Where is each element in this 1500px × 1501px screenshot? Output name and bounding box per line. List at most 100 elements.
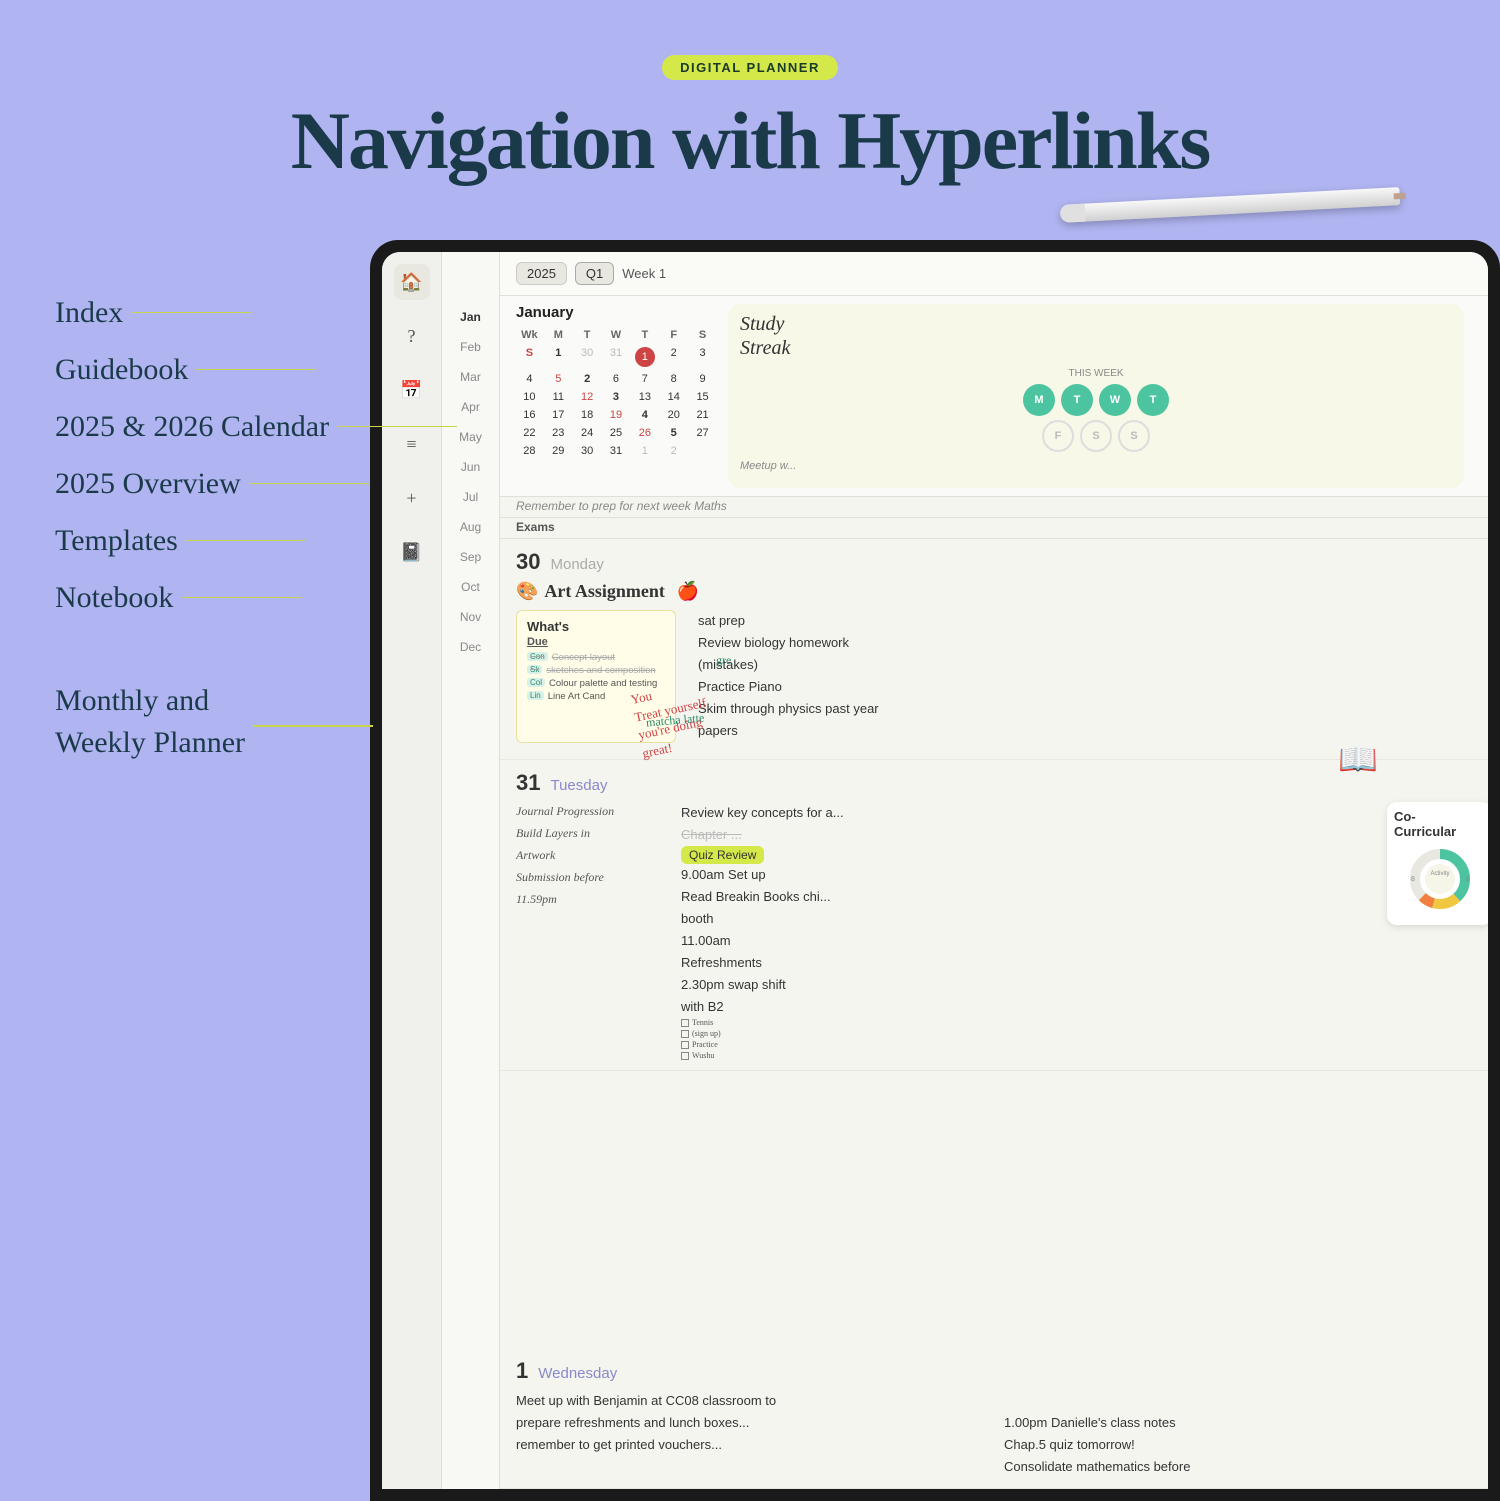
- cal-13[interactable]: 13: [631, 389, 658, 405]
- task-biology: Review biology homework: [698, 632, 879, 654]
- checkbox-signup[interactable]: [681, 1030, 689, 1038]
- cal-8[interactable]: 8: [660, 371, 687, 387]
- nav-templates[interactable]: Templates: [55, 518, 457, 563]
- cal-11[interactable]: 11: [545, 389, 572, 405]
- cal-5[interactable]: 5: [545, 371, 572, 387]
- cal-31[interactable]: 31: [603, 345, 630, 369]
- cal-9[interactable]: 9: [689, 371, 716, 387]
- cal-2[interactable]: 2: [660, 345, 687, 369]
- nav-index[interactable]: Index: [55, 290, 457, 335]
- task-11am: 11.00am: [681, 930, 1472, 952]
- day-entry-31: 31 Tuesday Journal Progression Build Lay…: [500, 760, 1488, 1072]
- cal-h-f: F: [660, 327, 687, 343]
- day-S2: S: [1118, 420, 1150, 452]
- cal-16[interactable]: 16: [516, 407, 543, 423]
- main-title: Navigation with Hyperlinks: [0, 98, 1500, 184]
- nav-quarter[interactable]: Q1: [575, 262, 614, 285]
- cal-1b[interactable]: 1: [631, 443, 658, 459]
- cal-12[interactable]: 12: [574, 389, 601, 405]
- cal-25[interactable]: 25: [603, 425, 630, 441]
- day-header-30: 30 Monday: [516, 549, 1472, 575]
- nav-guidebook[interactable]: Guidebook: [55, 347, 457, 392]
- nav-planner[interactable]: Monthly and Weekly Planner: [55, 680, 457, 764]
- connector-line-guidebook: [196, 369, 316, 371]
- submission-time: 11.59pm: [516, 890, 671, 908]
- connector-line-notebook: [181, 597, 301, 599]
- cal-31b[interactable]: 31: [603, 443, 630, 459]
- day-number-31: 31: [516, 770, 540, 796]
- cal-30b[interactable]: 30: [574, 443, 601, 459]
- task-piano: Practice Piano: [698, 676, 879, 698]
- task-quiz-tomorrow: Chap.5 quiz tomorrow!: [1004, 1434, 1472, 1456]
- day-31-left: Journal Progression Build Layers in Artw…: [516, 802, 671, 1061]
- nav-notebook[interactable]: Notebook: [55, 575, 457, 620]
- day-T2: T: [1137, 384, 1169, 416]
- cal-21[interactable]: 21: [689, 407, 716, 423]
- mini-calendar: January Wk M T W T F S S 1 30: [516, 304, 716, 496]
- checklist-signup: (sign up): [681, 1029, 1472, 1038]
- cal-4[interactable]: 4: [516, 371, 543, 387]
- cal-14[interactable]: 14: [660, 389, 687, 405]
- nav-overview[interactable]: 2025 Overview: [55, 461, 457, 506]
- cal-10[interactable]: 10: [516, 389, 543, 405]
- cal-7[interactable]: 7: [631, 371, 658, 387]
- cal-15[interactable]: 15: [689, 389, 716, 405]
- cal-h-w: W: [603, 327, 630, 343]
- cal-23[interactable]: 23: [545, 425, 572, 441]
- cal-h-s2: S: [516, 345, 543, 369]
- task-setup: 9.00am Set up: [681, 864, 1472, 886]
- cal-22[interactable]: 22: [516, 425, 543, 441]
- cal-29[interactable]: 29: [545, 443, 572, 459]
- whats-due-subtitle: Due: [527, 636, 665, 648]
- day-W: W: [1099, 384, 1131, 416]
- cal-18[interactable]: 18: [574, 407, 601, 423]
- due-label-col: Col: [527, 678, 545, 687]
- co-curricular-checklist: Tennis (sign up) Practice: [681, 1018, 1472, 1060]
- task-physics: Skim through physics past year: [698, 698, 879, 720]
- exams-note: Exams: [500, 518, 1488, 539]
- nav-year[interactable]: 2025: [516, 262, 567, 285]
- cal-wk5: 5: [660, 425, 687, 441]
- due-text-sketches: sketches and composition: [546, 665, 655, 676]
- cal-27[interactable]: 27: [689, 425, 716, 441]
- cal-20[interactable]: 20: [660, 407, 687, 423]
- checkbox-practice[interactable]: [681, 1041, 689, 1049]
- nav-calendar[interactable]: 2025 & 2026 Calendar: [55, 404, 457, 449]
- task-books: Read Breakin Books chi...: [681, 886, 1472, 908]
- cal-3[interactable]: 3: [689, 345, 716, 369]
- cal-2b[interactable]: 2: [660, 443, 687, 459]
- task-sat-prep: sat prep: [698, 610, 879, 632]
- cal-24[interactable]: 24: [574, 425, 601, 441]
- day-circles-row1: M T W T: [740, 384, 1452, 416]
- cal-wk3: 3: [603, 389, 630, 405]
- task-printed-vouchers: remember to get printed vouchers...: [516, 1434, 984, 1456]
- due-item-sketches: Sk sketches and composition: [527, 665, 665, 676]
- cal-1[interactable]: 1: [631, 345, 658, 369]
- maths-reminder: Remember to prep for next week Maths: [500, 497, 1488, 518]
- cal-17[interactable]: 17: [545, 407, 572, 423]
- quiz-review-badge[interactable]: Quiz Review: [681, 846, 764, 864]
- task-refreshments: Refreshments: [681, 952, 1472, 974]
- co-curricular-widget: Co-Curricular Activity: [1387, 802, 1488, 925]
- main-content: 2025 Q1 Week 1 January Wk M T W T: [500, 252, 1488, 1489]
- digital-planner-badge: DIGITAL PLANNER: [662, 55, 838, 80]
- cal-30[interactable]: 30: [574, 345, 601, 369]
- cal-26[interactable]: 26: [631, 425, 658, 441]
- build-layers: Build Layers in: [516, 824, 671, 842]
- cal-28[interactable]: 28: [516, 443, 543, 459]
- day-entry-1: 1 Wednesday Meet up with Benjamin at CC0…: [500, 1348, 1488, 1489]
- cal-h-m: M: [545, 327, 572, 343]
- due-text-concept: Concept layout: [552, 652, 615, 663]
- connector-line-index: [131, 312, 251, 314]
- task-meetup-benjamin: Meet up with Benjamin at CC08 classroom …: [516, 1390, 1472, 1412]
- ipad-screen: 🏠 ? 📅 ≡ + 📓 Jan Feb Mar Apr May Jun Jul …: [382, 252, 1488, 1489]
- due-label-lin: Lin: [527, 691, 544, 700]
- task-with-b2: with B2: [681, 996, 1472, 1018]
- checkbox-wushu[interactable]: [681, 1052, 689, 1060]
- connector-line-planner: [253, 725, 373, 727]
- cal-6[interactable]: 6: [603, 371, 630, 387]
- day-T1: T: [1061, 384, 1093, 416]
- cal-19[interactable]: 19: [603, 407, 630, 423]
- apple-icon: 🍎: [677, 581, 699, 602]
- checkbox-tennis[interactable]: [681, 1019, 689, 1027]
